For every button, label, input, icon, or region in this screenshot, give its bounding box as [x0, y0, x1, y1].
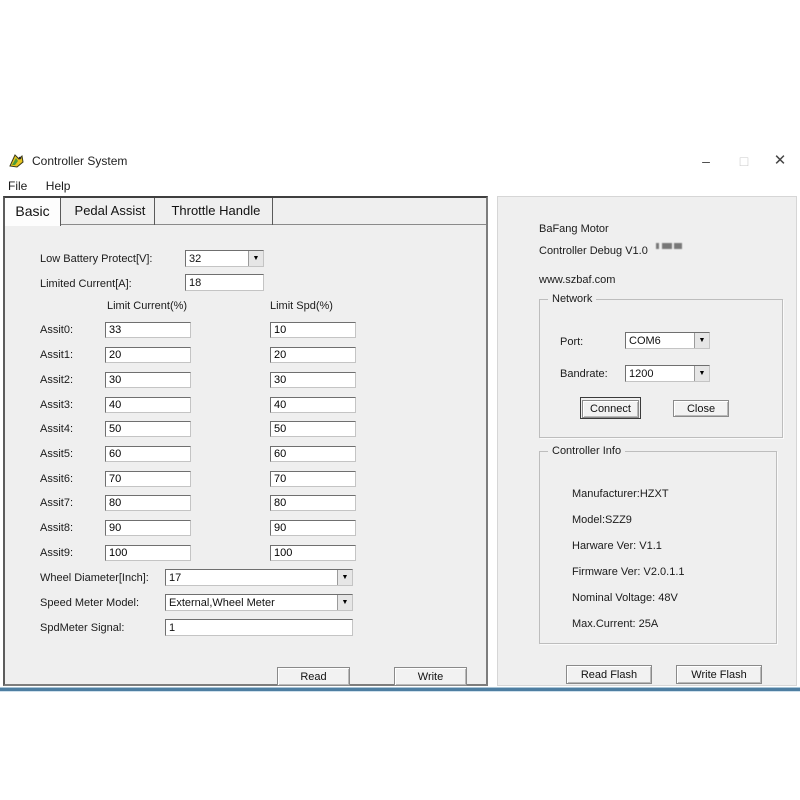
max-current-text: Max.Current: 25A [572, 618, 658, 630]
assist3-current-input[interactable] [105, 397, 191, 413]
tab-throttle-handle[interactable]: Throttle Handle [160, 198, 273, 225]
assist9-spd-input[interactable] [270, 545, 356, 561]
right-panel: BaFang Motor Controller Debug V1.0 www.s… [497, 196, 797, 686]
assist-row: Assit8: [5, 520, 490, 537]
basic-tab-panel: Basic Pedal Assist Throttle Handle Low B… [3, 196, 488, 686]
assist4-spd-input[interactable] [270, 421, 356, 437]
write-flash-button[interactable]: Write Flash [676, 665, 762, 684]
assist1-spd-input[interactable] [270, 347, 356, 363]
assist-row: Assit4: [5, 421, 490, 438]
menu-bar: File Help [0, 177, 800, 196]
window-title: Controller System [32, 154, 127, 168]
limited-current-input[interactable] [185, 274, 264, 291]
speed-meter-model-label: Speed Meter Model: [40, 597, 139, 609]
limit-spd-column-header: Limit Spd(%) [270, 300, 333, 312]
connect-button[interactable]: Connect [582, 400, 639, 418]
assist-row: Assit5: [5, 446, 490, 463]
app-icon [9, 153, 25, 169]
title-bar: Controller System – □ ✕ [0, 145, 800, 177]
website-text: www.szbaf.com [539, 274, 615, 286]
window-bottom-accent-line [0, 687, 800, 692]
spdmeter-signal-input[interactable] [165, 619, 353, 636]
wheel-diameter-label: Wheel Diameter[Inch]: [40, 572, 149, 584]
debug-version-text: Controller Debug V1.0 [539, 245, 648, 257]
close-button[interactable]: ✕ [768, 151, 792, 171]
nominal-voltage-text: Nominal Voltage: 48V [572, 592, 678, 604]
firmware-ver-text: Firmware Ver: V2.0.1.1 [572, 566, 685, 578]
assist0-spd-input[interactable] [270, 322, 356, 338]
assist-row: Assit2: [5, 372, 490, 389]
network-group-title: Network [548, 293, 596, 305]
write-button[interactable]: Write [394, 667, 467, 686]
read-button[interactable]: Read [277, 667, 350, 686]
assist7-spd-input[interactable] [270, 495, 356, 511]
assist2-current-input[interactable] [105, 372, 191, 388]
assist6-current-input[interactable] [105, 471, 191, 487]
screenshot-stage: Controller System – □ ✕ File Help Basic … [0, 0, 800, 800]
wheel-diameter-combobox[interactable]: 17 ▼ [165, 569, 353, 586]
port-combobox[interactable]: COM6 ▼ [625, 332, 710, 349]
assist5-spd-input[interactable] [270, 446, 356, 462]
read-flash-button[interactable]: Read Flash [566, 665, 652, 684]
limited-current-label: Limited Current[A]: [40, 278, 132, 290]
network-group: Network Port: COM6 ▼ Bandrate: 1200 ▼ Co… [539, 299, 783, 438]
assist5-current-input[interactable] [105, 446, 191, 462]
assist-row: Assit7: [5, 495, 490, 512]
chevron-down-icon[interactable]: ▼ [337, 570, 352, 585]
assist8-spd-input[interactable] [270, 520, 356, 536]
app-window: Controller System – □ ✕ File Help Basic … [0, 145, 800, 693]
low-battery-combobox[interactable]: 32 ▼ [185, 250, 264, 267]
assist-row: Assit6: [5, 471, 490, 488]
maximize-button[interactable]: □ [732, 151, 756, 171]
assist9-current-input[interactable] [105, 545, 191, 561]
minimize-button[interactable]: – [694, 151, 718, 171]
tab-basic[interactable]: Basic [5, 198, 61, 226]
model-text: Model:SZZ9 [572, 514, 632, 526]
tab-strip: Basic Pedal Assist Throttle Handle [5, 198, 486, 225]
hardware-ver-text: Harware Ver: V1.1 [572, 540, 662, 552]
assist8-current-input[interactable] [105, 520, 191, 536]
menu-help[interactable]: Help [40, 177, 77, 195]
bandrate-combobox[interactable]: 1200 ▼ [625, 365, 710, 382]
tab-pedal-assist[interactable]: Pedal Assist [65, 198, 155, 225]
assist1-current-input[interactable] [105, 347, 191, 363]
controller-info-group: Controller Info Manufacturer:HZXT Model:… [539, 451, 777, 644]
limit-current-column-header: Limit Current(%) [107, 300, 187, 312]
blurred-marks [656, 243, 682, 249]
manufacturer-text: Manufacturer:HZXT [572, 488, 669, 500]
chevron-down-icon[interactable]: ▼ [248, 251, 263, 266]
menu-file[interactable]: File [2, 177, 33, 195]
connect-button-focus-ring: Connect [580, 397, 641, 419]
port-label: Port: [560, 336, 583, 348]
assist4-current-input[interactable] [105, 421, 191, 437]
assist0-current-input[interactable] [105, 322, 191, 338]
controller-info-group-title: Controller Info [548, 445, 625, 457]
assist-row: Assit3: [5, 397, 490, 414]
low-battery-label: Low Battery Protect[V]: [40, 253, 153, 265]
chevron-down-icon[interactable]: ▼ [337, 595, 352, 610]
close-network-button[interactable]: Close [673, 400, 729, 417]
assist-row: Assit1: [5, 347, 490, 364]
brand-text: BaFang Motor [539, 223, 609, 235]
assist7-current-input[interactable] [105, 495, 191, 511]
spdmeter-signal-label: SpdMeter Signal: [40, 622, 124, 634]
assist6-spd-input[interactable] [270, 471, 356, 487]
chevron-down-icon[interactable]: ▼ [694, 366, 709, 381]
bandrate-label: Bandrate: [560, 368, 608, 380]
assist3-spd-input[interactable] [270, 397, 356, 413]
assist-row: Assit9: [5, 545, 490, 562]
speed-meter-model-combobox[interactable]: External,Wheel Meter ▼ [165, 594, 353, 611]
assist2-spd-input[interactable] [270, 372, 356, 388]
chevron-down-icon[interactable]: ▼ [694, 333, 709, 348]
assist-row: Assit0: [5, 322, 490, 339]
